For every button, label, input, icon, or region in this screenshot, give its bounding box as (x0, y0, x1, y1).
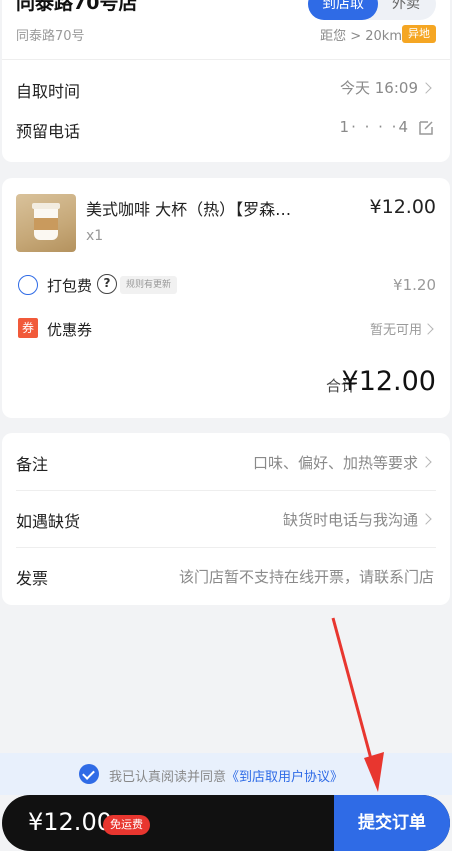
total-value: ¥12.00 (341, 366, 436, 397)
mode-delivery-tab[interactable]: 外卖 (392, 0, 420, 20)
store-distance: 距您 > 20km (320, 29, 402, 44)
coupon-label: 优惠券 (47, 321, 93, 339)
remark-value[interactable]: 口味、偏好、加热等要求 (253, 452, 418, 473)
order-card: 美式咖啡 大杯（热）【罗森… x1 ¥12.00 打包费 ? 规则有更新 ¥1.… (2, 178, 450, 418)
coupon-value[interactable]: 暂无可用 (370, 319, 422, 338)
product-thumbnail (16, 194, 76, 252)
notes-card: 备注 口味、偏好、加热等要求 如遇缺货 缺货时电话与我沟通 发票 该门店暂不支持… (2, 433, 450, 605)
agreement-checkbox[interactable] (79, 764, 99, 784)
chevron-right-icon (422, 323, 434, 335)
store-name: 同泰路70号店 (16, 0, 138, 14)
order-confirm-screen: 同泰路70号店 到店取 外卖 同泰路70号 距您 > 20km 异地 自取时间 … (0, 0, 452, 851)
stockout-value[interactable]: 缺货时电话与我沟通 (283, 509, 418, 530)
store-card: 同泰路70号店 到店取 外卖 同泰路70号 距您 > 20km 异地 自取时间 … (2, 0, 450, 162)
stockout-row[interactable]: 如遇缺货 缺货时电话与我沟通 (2, 490, 450, 547)
product-quantity: x1 (86, 228, 104, 244)
coupon-icon: 券 (18, 318, 38, 338)
mode-pickup-tab[interactable]: 到店取 (308, 0, 378, 20)
divider (2, 59, 450, 60)
pickup-time-label: 自取时间 (16, 82, 81, 101)
user-agreement-link[interactable]: 《到店取用户协议》 (226, 770, 343, 785)
packaging-fee-label: 打包费 (47, 277, 93, 295)
remark-label: 备注 (16, 455, 49, 474)
edit-icon[interactable] (418, 120, 434, 140)
agreement-text: 我已认真阅读并同意《到店取用户协议》 (109, 766, 343, 785)
phone-label: 预留电话 (16, 122, 81, 141)
free-delivery-badge: 免运费 (103, 815, 150, 835)
rule-updated-tag: 规则有更新 (120, 276, 178, 294)
chevron-right-icon (420, 513, 432, 525)
invoice-label: 发票 (16, 569, 49, 588)
agreement-bar: 我已认真阅读并同意《到店取用户协议》 (0, 753, 452, 795)
pickup-time-value[interactable]: 今天 16:09 (340, 77, 418, 98)
phone-value[interactable]: 1· · · ·4 (340, 118, 410, 136)
checkout-price: ¥12.00 (28, 808, 112, 836)
remark-row[interactable]: 备注 口味、偏好、加热等要求 (2, 433, 450, 490)
store-address: 同泰路70号 (16, 29, 85, 44)
chevron-right-icon (420, 82, 432, 94)
invoice-row: 发票 该门店暂不支持在线开票，请联系门店 (2, 547, 450, 604)
delivery-mode-toggle[interactable]: 到店取 外卖 (308, 0, 436, 20)
chevron-right-icon (420, 456, 432, 468)
remote-store-badge: 异地 (402, 25, 436, 43)
help-icon[interactable]: ? (97, 274, 117, 294)
invoice-value: 该门店暂不支持在线开票，请联系门店 (178, 568, 434, 586)
checkout-bar: ¥12.00 免运费 提交订单 (2, 795, 450, 851)
packaging-radio[interactable] (18, 275, 38, 295)
agreement-prefix: 我已认真阅读并同意 (109, 770, 227, 785)
product-name: 美式咖啡 大杯（热）【罗森… (86, 200, 292, 219)
packaging-fee-value: ¥1.20 (393, 276, 436, 294)
stockout-label: 如遇缺货 (16, 512, 81, 531)
product-price: ¥12.00 (369, 196, 436, 218)
submit-order-button[interactable]: 提交订单 (334, 795, 450, 851)
